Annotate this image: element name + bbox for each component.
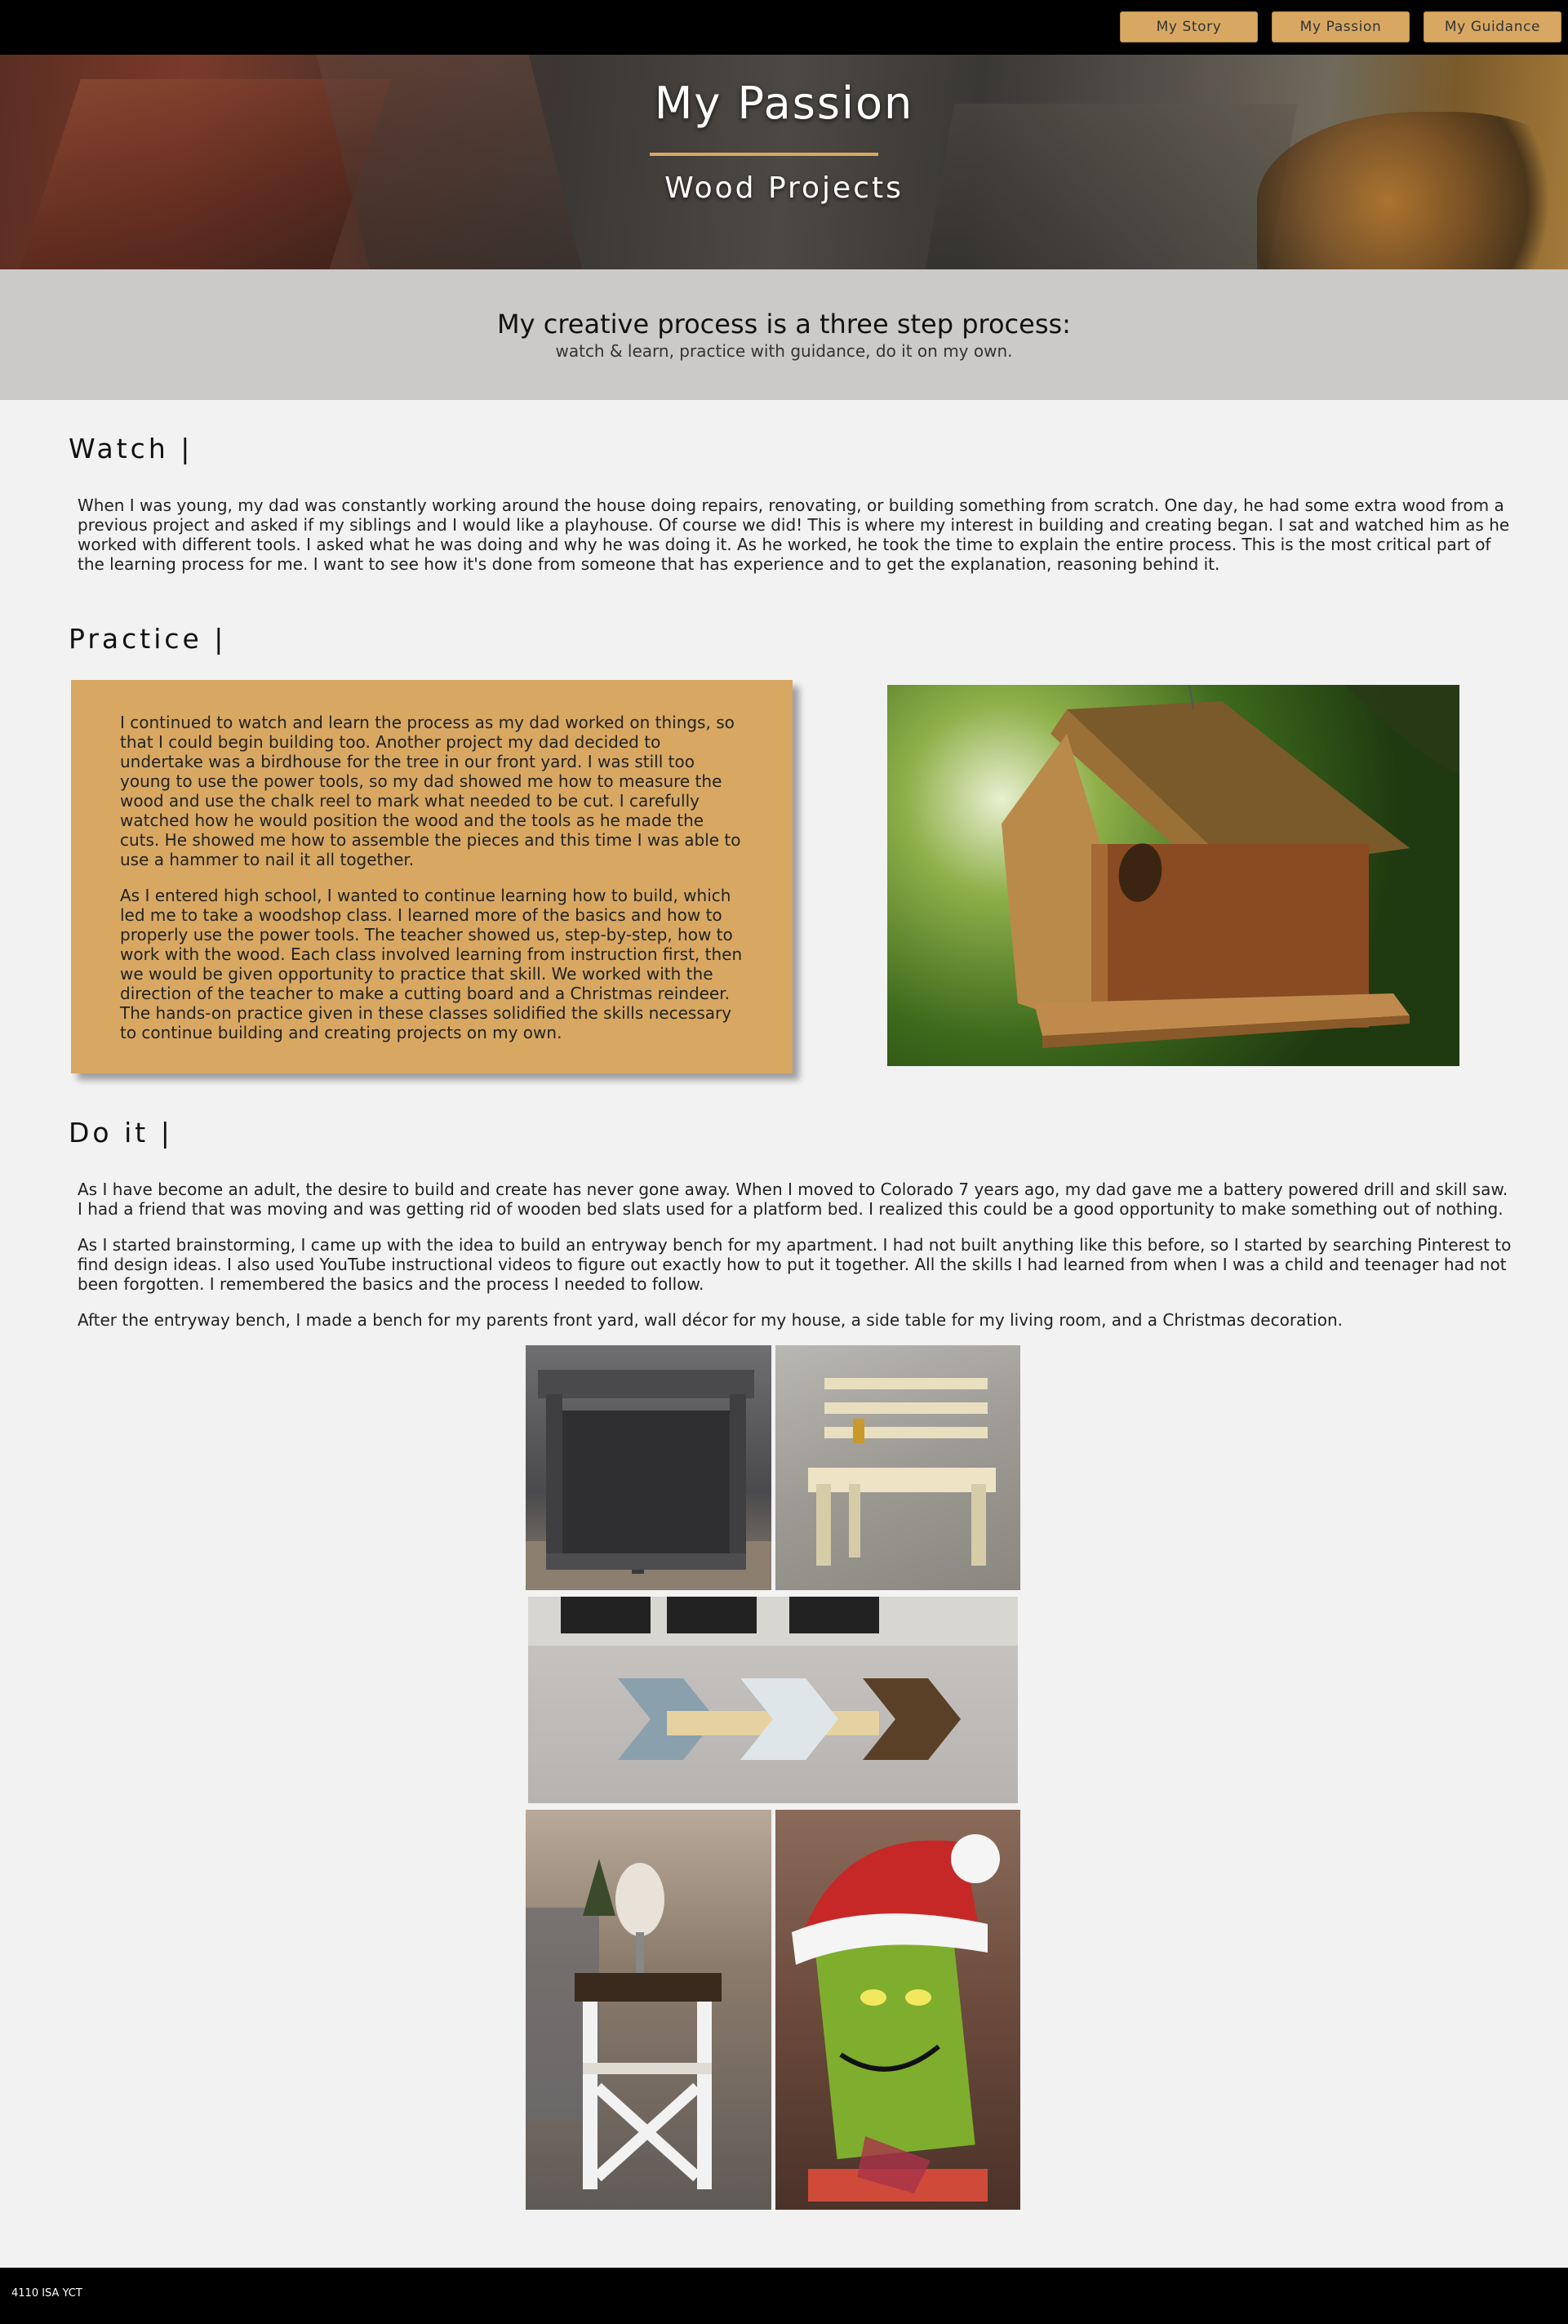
doit-paragraph: As I started brainstorming, I came up wi…: [78, 1235, 1512, 1294]
doit-paragraph: After the entryway bench, I made a bench…: [78, 1310, 1343, 1330]
hero-divider: [650, 153, 878, 156]
footer-text: 4110 ISA YCT: [11, 2287, 82, 2300]
birdhouse-illustration: [1002, 685, 1459, 1048]
garden-bench-photo: [775, 1345, 1020, 1590]
grinch-decoration-photo: [775, 1810, 1020, 2210]
intro-subheading: watch & learn, practice with guidance, d…: [555, 341, 1013, 361]
side-table-illustration: [526, 1859, 722, 2189]
entryway-bench-photo: [526, 1345, 771, 1590]
practice-paragraph: As I entered high school, I wanted to co…: [120, 886, 743, 1042]
footer: 4110 ISA YCT: [0, 2268, 1568, 2324]
hero-banner: My Passion Wood Projects: [0, 55, 1568, 269]
practice-paragraph: I continued to watch and learn the proce…: [120, 713, 741, 869]
top-nav: My Story My Passion My Guidance: [0, 0, 1568, 55]
chevron-wall-decor-photo: [528, 1597, 1018, 1803]
nav-my-guidance-button[interactable]: My Guidance: [1424, 11, 1561, 42]
grinch-illustration: [792, 1834, 1000, 2202]
bench-illustration: [526, 1370, 771, 1590]
nav-my-story-button[interactable]: My Story: [1120, 11, 1258, 42]
watch-heading: Watch |: [69, 433, 193, 464]
intro-heading: My creative process is a three step proc…: [497, 309, 1071, 340]
watch-text: When I was young, my dad was constantly …: [78, 495, 1510, 574]
side-table-photo: [526, 1810, 771, 2210]
chevron-illustration: [528, 1597, 1018, 1760]
hero-title: My Passion: [654, 78, 914, 129]
practice-card: I continued to watch and learn the proce…: [71, 680, 793, 1073]
hero-subtitle: Wood Projects: [664, 171, 904, 205]
doit-heading: Do it |: [69, 1117, 173, 1149]
doit-paragraph: As I have become an adult, the desire to…: [78, 1180, 1508, 1219]
nav-my-passion-button[interactable]: My Passion: [1272, 11, 1410, 42]
practice-heading: Practice |: [69, 623, 227, 655]
garden-bench-illustration: [808, 1378, 996, 1566]
birdhouse-photo: [887, 685, 1459, 1066]
intro-band: My creative process is a three step proc…: [0, 269, 1568, 400]
